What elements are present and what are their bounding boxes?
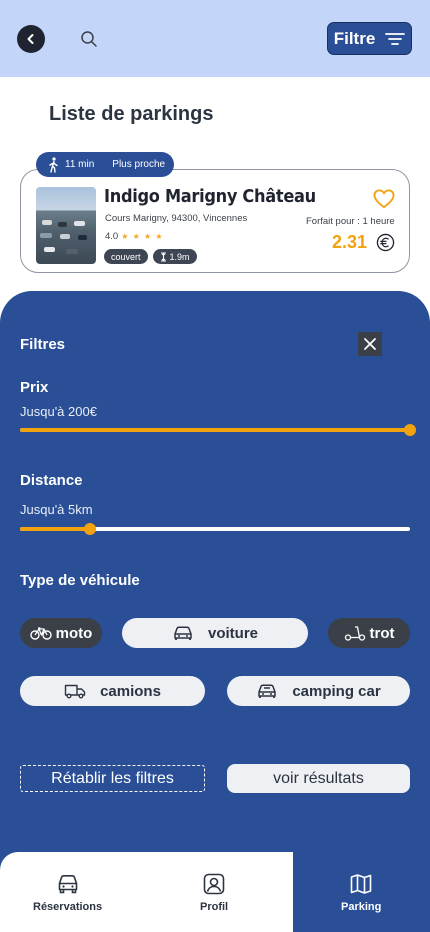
distance-slider-fill (20, 527, 91, 531)
vehicle-camions-label: camions (100, 682, 161, 700)
vehicle-camions-button[interactable]: camions (20, 676, 205, 706)
price-slider[interactable] (20, 424, 416, 436)
price-subtitle: Jusqu'à 200€ (20, 404, 97, 419)
filter-button-label: Filtre (333, 28, 376, 48)
bottom-nav: Réservations Profil Parking (0, 852, 430, 932)
reset-filters-button[interactable]: Rétablir les filtres (20, 765, 205, 792)
walk-time: 11 min (65, 159, 95, 170)
parking-name: Indigo Marigny Château (104, 186, 316, 207)
vehicle-moto-label: moto (55, 624, 93, 642)
car-front-icon (58, 875, 77, 894)
parking-photo (36, 187, 96, 264)
top-bar: Filtre (0, 0, 430, 77)
truck-icon (64, 684, 86, 699)
parking-rating: 4.0 ★ ★ ★ ★ (105, 231, 164, 242)
distance-slider-handle[interactable] (84, 523, 97, 535)
price-slider-fill (20, 428, 410, 432)
vehicle-trot-button[interactable]: trot (328, 618, 410, 648)
tag-cover: couvert (104, 249, 148, 264)
back-button[interactable] (17, 25, 45, 53)
vehicle-type-title: Type de véhicule (20, 572, 140, 589)
nav-label-parking: Parking (341, 901, 382, 913)
rating-value: 4.0 (105, 231, 119, 242)
vehicle-voiture-label: voiture (207, 624, 258, 642)
page-title: Liste de parkings (49, 103, 214, 125)
parking-card[interactable]: Indigo Marigny Château Cours Marigny, 94… (20, 169, 410, 273)
distance-subtitle: Jusqu'à 5km (20, 502, 93, 517)
heart-icon[interactable] (373, 189, 395, 209)
camper-icon (258, 684, 277, 698)
distance-slider[interactable] (20, 523, 410, 535)
filter-panel: Filtres Prix Jusqu'à 200€ Distance Jusqu… (0, 291, 430, 932)
price-title: Prix (20, 379, 49, 396)
nav-label-profil: Profil (200, 901, 229, 913)
forfait-label: Forfait pour : 1 heure (306, 216, 395, 227)
nav-label-reservations: Réservations (33, 901, 103, 913)
vehicle-camping-label: camping car (292, 682, 381, 700)
walking-icon (49, 156, 58, 173)
parking-address: Cours Marigny, 94300, Vincennes (105, 213, 248, 224)
car-icon (174, 626, 192, 640)
nav-item-parking[interactable]: Parking (341, 872, 381, 913)
proximity-chip: 11 min Plus proche (36, 152, 174, 177)
tag-height: 1.9m (152, 249, 197, 264)
proximity-label: Plus proche (112, 159, 166, 170)
vehicle-voiture-button[interactable]: voiture (122, 618, 308, 648)
height-icon (160, 252, 166, 261)
scooter-icon (344, 626, 365, 641)
rating-stars: ★ ★ ★ ★ (121, 232, 164, 241)
nav-item-reservations[interactable]: Réservations (33, 872, 102, 913)
chevron-left-icon (27, 34, 34, 44)
filter-lines-icon (385, 32, 406, 45)
parking-tags: couvert 1.9m (104, 249, 197, 264)
bicycle-icon (29, 627, 52, 640)
view-results-button[interactable]: voir résultats (227, 764, 410, 793)
search-icon[interactable] (80, 30, 98, 48)
distance-title: Distance (20, 472, 83, 489)
vehicle-moto-button[interactable]: moto (20, 618, 102, 648)
filter-panel-title: Filtres (20, 336, 66, 353)
map-icon (350, 874, 372, 894)
price-slider-handle[interactable] (404, 424, 416, 436)
euro-icon (376, 233, 395, 252)
filter-button[interactable]: Filtre (327, 22, 412, 55)
vehicle-camping-button[interactable]: camping car (227, 676, 410, 706)
user-icon (203, 873, 225, 895)
price-value: 2.31 (332, 232, 368, 252)
close-button[interactable] (358, 332, 382, 356)
nav-item-profil[interactable]: Profil (200, 872, 228, 913)
close-icon (364, 338, 376, 350)
vehicle-trot-label: trot (369, 624, 395, 642)
tag-height-label: 1.9m (169, 251, 190, 262)
